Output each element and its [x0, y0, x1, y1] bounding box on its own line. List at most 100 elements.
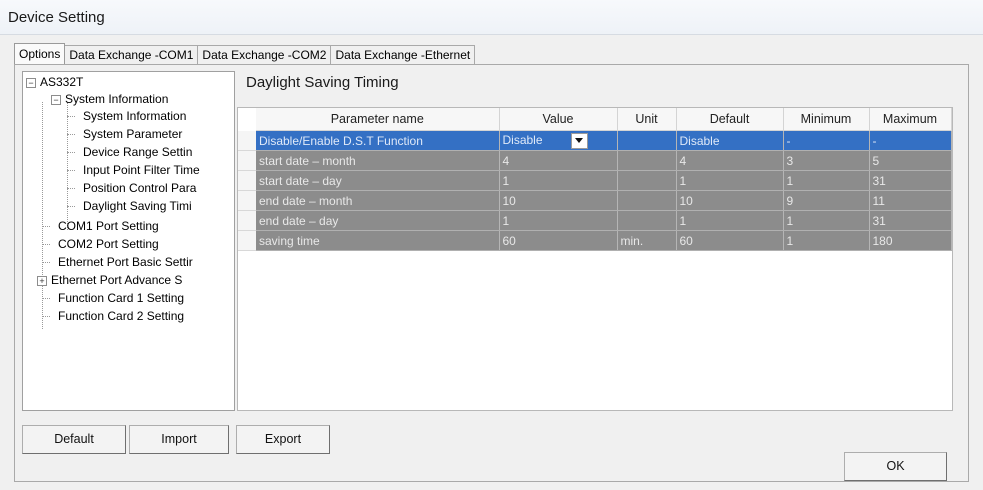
row-marker — [238, 131, 256, 151]
table-header-row: Parameter name Value Unit Default Minimu… — [256, 108, 952, 131]
tab-data-exchange-com1[interactable]: Data Exchange -COM1 — [64, 45, 199, 64]
collapse-icon[interactable]: − — [51, 94, 61, 105]
title-bar: Device Setting — [0, 0, 983, 35]
cell-parameter-name: start date – month — [256, 150, 500, 171]
cell-unit — [617, 150, 677, 171]
cell-maximum: 11 — [869, 190, 952, 211]
header-maximum[interactable]: Maximum — [869, 108, 952, 131]
cell-maximum: 180 — [869, 230, 952, 251]
table-row[interactable]: saving time 60 min. 60 1 180 — [256, 230, 952, 251]
cell-minimum: - — [783, 130, 870, 151]
cell-unit — [617, 130, 677, 151]
cell-value[interactable]: 10 — [499, 190, 618, 211]
table-row[interactable]: start date – day 1 1 1 31 — [256, 170, 952, 191]
cell-unit — [617, 170, 677, 191]
tree-connector — [42, 298, 50, 299]
row-marker — [238, 211, 256, 231]
header-unit[interactable]: Unit — [617, 108, 677, 131]
tree-node-label: Ethernet Port Advance S — [51, 273, 183, 287]
tree-item-com2-port-setting[interactable]: COM2 Port Setting — [58, 236, 159, 252]
tree-item-position-control-parameter[interactable]: Position Control Para — [83, 180, 196, 196]
cell-unit — [617, 210, 677, 231]
section-title: Daylight Saving Timing — [246, 74, 399, 91]
tree-connector — [42, 226, 50, 227]
tree-item-daylight-saving-timing[interactable]: Daylight Saving Timi — [83, 198, 192, 214]
parameter-table: Parameter name Value Unit Default Minimu… — [256, 108, 952, 251]
table-row[interactable]: end date – day 1 1 1 31 — [256, 210, 952, 231]
collapse-icon[interactable]: − — [26, 77, 36, 88]
dropdown-value: Disable — [502, 132, 543, 147]
header-parameter-name[interactable]: Parameter name — [256, 108, 500, 131]
row-marker — [238, 231, 256, 251]
export-button[interactable]: Export — [236, 425, 330, 454]
cell-value[interactable]: 1 — [499, 210, 618, 231]
cell-minimum: 3 — [783, 150, 870, 171]
tree-node-root[interactable]: − AS332T — [26, 74, 83, 90]
cell-default: 10 — [676, 190, 784, 211]
tree-item-system-information[interactable]: System Information — [83, 108, 186, 124]
tree-item-com1-port-setting[interactable]: COM1 Port Setting — [58, 218, 159, 234]
cell-value[interactable]: 4 — [499, 150, 618, 171]
tree-connector — [42, 316, 50, 317]
tree-item-input-point-filter-time[interactable]: Input Point Filter Time — [83, 162, 200, 178]
tab-data-exchange-ethernet[interactable]: Data Exchange -Ethernet — [330, 45, 476, 64]
tree-item-system-parameter[interactable]: System Parameter — [83, 126, 182, 142]
cell-value[interactable]: 1 — [499, 170, 618, 191]
tree-connector — [67, 188, 75, 189]
cell-default: 1 — [676, 170, 784, 191]
table-row[interactable]: start date – month 4 4 3 5 — [256, 150, 952, 171]
cell-parameter-name: start date – day — [256, 170, 500, 191]
tree-item-function-card-1[interactable]: Function Card 1 Setting — [58, 290, 184, 306]
ok-button[interactable]: OK — [844, 452, 947, 481]
tree-item-function-card-2[interactable]: Function Card 2 Setting — [58, 308, 184, 324]
value-dropdown[interactable]: Disable — [499, 130, 618, 151]
tree-guide-line — [42, 102, 43, 329]
row-marker — [238, 171, 256, 191]
cell-default: 1 — [676, 210, 784, 231]
tree-node-label: AS332T — [40, 75, 84, 89]
cell-maximum: 31 — [869, 210, 952, 231]
cell-parameter-name: saving time — [256, 230, 500, 251]
cell-minimum: 1 — [783, 230, 870, 251]
parameter-grid[interactable]: Parameter name Value Unit Default Minimu… — [237, 107, 953, 411]
row-marker — [238, 151, 256, 171]
cell-minimum: 1 — [783, 210, 870, 231]
cell-unit — [617, 190, 677, 211]
cell-default: Disable — [676, 130, 784, 151]
cell-parameter-name: end date – day — [256, 210, 500, 231]
cell-default: 4 — [676, 150, 784, 171]
header-minimum[interactable]: Minimum — [783, 108, 870, 131]
tab-strip: Options Data Exchange -COM1 Data Exchang… — [14, 43, 476, 64]
cell-maximum: 5 — [869, 150, 952, 171]
row-marker — [238, 191, 256, 211]
chevron-down-icon[interactable] — [570, 132, 588, 149]
tree-connector — [42, 262, 50, 263]
tree-node-ethernet-advance[interactable]: + Ethernet Port Advance S — [37, 272, 182, 288]
tab-data-exchange-com2[interactable]: Data Exchange -COM2 — [197, 45, 332, 64]
header-default[interactable]: Default — [676, 108, 784, 131]
table-row[interactable]: Disable/Enable D.S.T Function Disable Di… — [256, 130, 952, 151]
tree-item-ethernet-basic-setting[interactable]: Ethernet Port Basic Settir — [58, 254, 193, 270]
expand-icon[interactable]: + — [37, 275, 47, 286]
tree-node-label: System Information — [65, 92, 169, 106]
window-title: Device Setting — [8, 9, 105, 26]
tree-item-device-range-setting[interactable]: Device Range Settin — [83, 144, 192, 160]
tree-node-system-information[interactable]: − System Information — [51, 91, 168, 107]
cell-parameter-name: end date – month — [256, 190, 500, 211]
table-row[interactable]: end date – month 10 10 9 11 — [256, 190, 952, 211]
cell-default: 60 — [676, 230, 784, 251]
tree-guide-line — [67, 102, 68, 230]
cell-value[interactable]: 60 — [499, 230, 618, 251]
tree-connector — [67, 170, 75, 171]
cell-maximum: - — [869, 130, 952, 151]
tree-connector — [67, 134, 75, 135]
tree-connector — [67, 152, 75, 153]
settings-tree[interactable]: − AS332T − System Information System Infor… — [22, 71, 235, 411]
cell-minimum: 1 — [783, 170, 870, 191]
cell-maximum: 31 — [869, 170, 952, 191]
default-button[interactable]: Default — [22, 425, 126, 454]
header-value[interactable]: Value — [499, 108, 618, 131]
cell-minimum: 9 — [783, 190, 870, 211]
import-button[interactable]: Import — [129, 425, 229, 454]
tab-options[interactable]: Options — [14, 43, 66, 64]
